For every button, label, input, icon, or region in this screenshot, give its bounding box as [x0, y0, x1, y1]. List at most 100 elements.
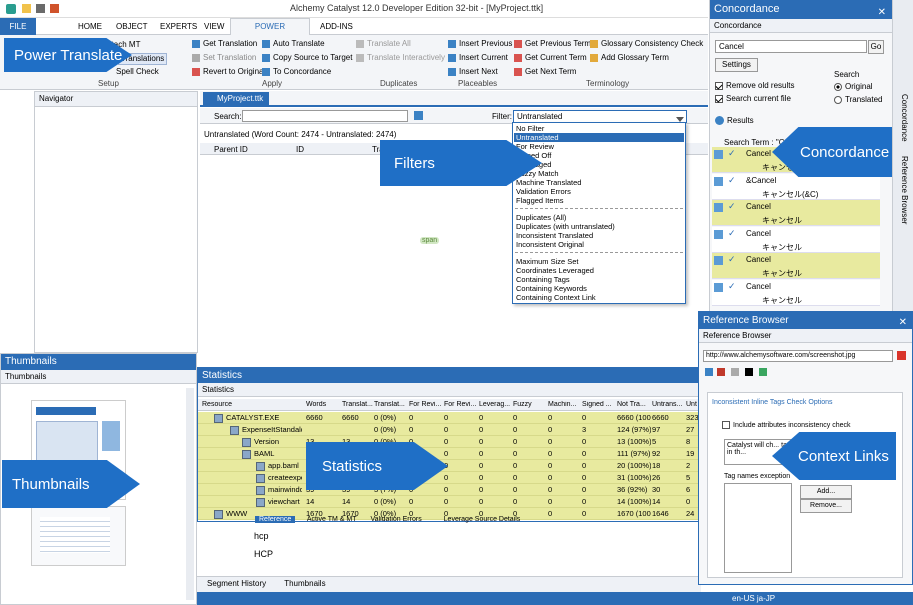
- qat-undo-icon[interactable]: [36, 4, 45, 13]
- stats-row[interactable]: ExpenseItStandalone 0 (0%) 0 0 0 0 0 3 124 (97%)…: [198, 424, 700, 436]
- tab-view[interactable]: VIEW: [204, 22, 224, 31]
- tab-thumbnails[interactable]: Thumbnails: [284, 579, 325, 588]
- search-current-file-checkbox[interactable]: Search current file: [715, 94, 791, 103]
- original-radio[interactable]: Original: [834, 82, 873, 91]
- to-concordance-button[interactable]: To Concordance: [262, 67, 331, 77]
- stats-col-header[interactable]: For Revi...: [409, 401, 441, 408]
- filter-option[interactable]: Fuzzy Match: [514, 169, 684, 178]
- concordance-result[interactable]: ✓ Cancel キャンセル: [712, 200, 880, 226]
- concordance-go-button[interactable]: Go: [868, 40, 884, 54]
- tab-add-ins[interactable]: ADD-INS: [320, 22, 353, 31]
- stats-row[interactable]: Version 13 13 0 (0%) 0 0 0 0 0 0 13 (100%) 5 8: [198, 436, 700, 448]
- set-translation-button[interactable]: Set Translation: [192, 53, 256, 63]
- stats-col-header[interactable]: Leverag...: [479, 401, 511, 408]
- search-go-icon[interactable]: [414, 111, 423, 120]
- revert-button[interactable]: Revert to Original: [192, 67, 265, 77]
- filter-option[interactable]: Signed Off: [514, 151, 684, 160]
- filter-option[interactable]: Coordinates Leveraged: [514, 266, 684, 275]
- filter-option[interactable]: Untranslated: [514, 133, 684, 142]
- filter-option[interactable]: Containing Tags: [514, 275, 684, 284]
- reference-browser-close-icon[interactable]: ✕: [899, 314, 907, 331]
- qat-redo-icon[interactable]: [50, 4, 59, 13]
- ref-toolbar-icon-4[interactable]: [745, 368, 753, 376]
- tab-experts[interactable]: EXPERTS: [160, 22, 197, 31]
- stats-col-header[interactable]: Translat...: [374, 401, 406, 408]
- spell-check-button[interactable]: Spell Check: [116, 67, 159, 77]
- stats-row[interactable]: BAML000000111 (97%)9219: [198, 448, 700, 460]
- get-translation-button[interactable]: Get Translation: [192, 39, 257, 49]
- concordance-result[interactable]: ✓ Cancel キャンセル: [712, 279, 880, 306]
- stats-col-header[interactable]: For Revi...: [444, 401, 476, 408]
- results-header[interactable]: Results: [715, 116, 754, 126]
- tab-home[interactable]: HOME: [78, 22, 102, 31]
- filter-option[interactable]: Duplicates (All): [514, 213, 684, 222]
- get-next-term-button[interactable]: Get Next Term: [514, 67, 576, 77]
- remove-old-results-checkbox[interactable]: Remove old results: [715, 81, 794, 90]
- side-tab-concordance[interactable]: Concordance: [900, 94, 909, 142]
- copy-source-button[interactable]: Copy Source to Target: [262, 53, 352, 63]
- thumbnails-scrollbar[interactable]: [186, 388, 194, 600]
- filter-option[interactable]: Flagged Items: [514, 196, 684, 205]
- stats-row[interactable]: createexpense00000031 (100%)265: [198, 472, 700, 484]
- tab-reference[interactable]: Reference: [255, 516, 296, 523]
- stats-col-header[interactable]: Fuzzy: [513, 401, 545, 408]
- filter-option[interactable]: Containing Context Link: [514, 293, 684, 302]
- search-input[interactable]: [242, 110, 408, 122]
- insert-current-button[interactable]: Insert Current: [448, 53, 508, 63]
- ref-toolbar-icon-3[interactable]: [731, 368, 739, 376]
- add-glossary-term-button[interactable]: Add Glossary Term: [590, 53, 669, 63]
- translate-all-button[interactable]: Translate All: [356, 39, 411, 49]
- concordance-result[interactable]: ✓ Cancel キャンセル: [712, 226, 880, 253]
- concordance-settings-button[interactable]: Settings: [715, 58, 758, 72]
- stats-row[interactable]: app.baml00000020 (100%)182: [198, 460, 700, 472]
- concordance-result[interactable]: ✓ Cancel キャンセル: [712, 253, 880, 279]
- get-previous-term-button[interactable]: Get Previous Term: [514, 39, 591, 49]
- tab-power-translate[interactable]: POWER TRANSLATE: [230, 18, 310, 47]
- stats-col-header[interactable]: Resource: [202, 401, 298, 408]
- filter-option[interactable]: No Filter: [514, 124, 684, 133]
- stats-col-header[interactable]: Words: [306, 401, 338, 408]
- insert-next-button[interactable]: Insert Next: [448, 67, 498, 77]
- ref-toolbar-icon-1[interactable]: [705, 368, 713, 376]
- reference-url-clear-icon[interactable]: [897, 351, 906, 360]
- glossary-consistency-button[interactable]: Glossary Consistency Check: [590, 39, 703, 49]
- tab-file[interactable]: FILE: [0, 18, 36, 35]
- filter-option[interactable]: Machine Translated: [514, 178, 684, 187]
- remove-exception-button[interactable]: Remove...: [800, 499, 852, 513]
- qat-save-icon[interactable]: [22, 4, 31, 13]
- stats-col-header[interactable]: Machin...: [548, 401, 580, 408]
- translate-interactively-button[interactable]: Translate Interactively: [356, 53, 445, 63]
- filter-option[interactable]: Duplicates (with untranslated): [514, 222, 684, 231]
- ref-toolbar-icon-2[interactable]: [717, 368, 725, 376]
- tab-object[interactable]: OBJECT: [116, 22, 148, 31]
- ref-toolbar-icon-5[interactable]: [759, 368, 767, 376]
- filter-option[interactable]: Inconsistent Translated: [514, 231, 684, 240]
- tag-exceptions-list[interactable]: [724, 483, 792, 573]
- concordance-query-input[interactable]: Cancel: [715, 40, 867, 53]
- filter-option[interactable]: Maximum Size Set: [514, 257, 684, 266]
- filter-option[interactable]: Validation Errors: [514, 187, 684, 196]
- filter-option[interactable]: Inconsistent Original: [514, 240, 684, 249]
- insert-previous-button[interactable]: Insert Previous: [448, 39, 512, 49]
- add-exception-button[interactable]: Add...: [800, 485, 852, 499]
- stats-col-header[interactable]: Signed ...: [582, 401, 614, 408]
- col-parent-id[interactable]: Parent ID: [214, 145, 248, 154]
- get-current-term-button[interactable]: Get Current Term: [514, 53, 587, 63]
- tab-active-tm[interactable]: Active TM & MT: [307, 516, 357, 523]
- include-attrs-checkbox[interactable]: Include attributes inconsistency check: [722, 421, 851, 429]
- reference-url-input[interactable]: http://www.alchemysoftware.com/screensho…: [703, 350, 893, 362]
- stats-row[interactable]: CATALYST.EXE 6660 6660 0 (0%) 0 0 0 0 0 0 6660 (10…: [198, 412, 700, 424]
- filter-option[interactable]: For Review: [514, 142, 684, 151]
- filter-option[interactable]: Containing Keywords: [514, 284, 684, 293]
- concordance-result[interactable]: ✓ &Cancel キャンセル(&C): [712, 173, 880, 200]
- auto-translate-button[interactable]: Auto Translate: [262, 39, 325, 49]
- translated-radio[interactable]: Translated: [834, 95, 883, 104]
- thumbnail-preview-2[interactable]: [31, 506, 126, 566]
- stats-col-header[interactable]: Not Tra...: [617, 401, 649, 408]
- tab-segment-history[interactable]: Segment History: [207, 579, 266, 588]
- document-tab[interactable]: MyProject.ttk: [203, 92, 269, 106]
- stats-col-header[interactable]: Untrans...: [652, 401, 684, 408]
- side-tab-reference-browser[interactable]: Reference Browser: [900, 156, 909, 224]
- stats-row[interactable]: viewchart 14 14 0 (0%) 0 0 0 0 0 0 14 (100%) 14 0: [198, 496, 700, 508]
- stats-row[interactable]: mainwindow39393 (7%)00000036 (92%)306: [198, 484, 700, 496]
